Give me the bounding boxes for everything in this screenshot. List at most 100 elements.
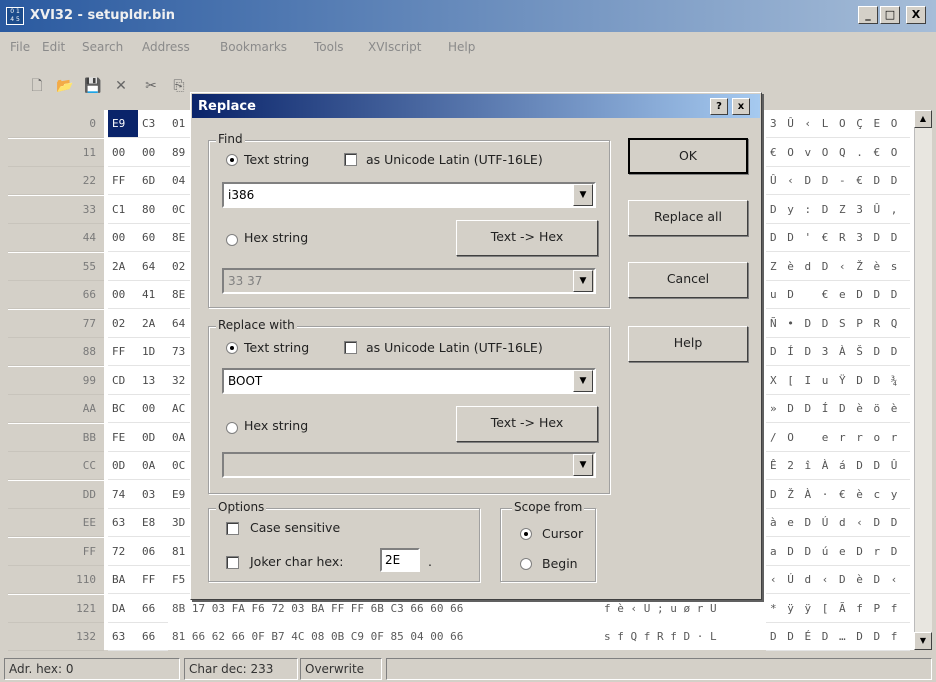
menu-tools[interactable]: Tools — [314, 40, 344, 54]
replace-unicode-checkbox[interactable] — [344, 341, 357, 354]
char-cell[interactable]: D D É D … D D f — [766, 623, 910, 651]
ok-button[interactable]: OK — [628, 138, 748, 174]
chevron-down-icon[interactable]: ▼ — [573, 454, 593, 476]
close-button[interactable]: X — [906, 6, 926, 24]
char-cell[interactable]: Û ‹ D D - € D D — [766, 167, 910, 195]
case-sensitive-checkbox[interactable] — [226, 522, 239, 535]
hex-cell[interactable]: FE — [108, 424, 138, 452]
hex-cell[interactable]: C3 — [138, 110, 168, 138]
hex-cell[interactable]: 06 — [138, 538, 168, 566]
replace-all-button[interactable]: Replace all — [628, 200, 748, 236]
hex-cell[interactable]: 1D — [138, 338, 168, 366]
scroll-down-icon[interactable]: ▼ — [914, 632, 932, 650]
char-cell[interactable]: 3 Û ‹ L O Ç E O — [766, 110, 910, 138]
hex-cell[interactable]: 03 — [138, 481, 168, 509]
dialog-close-button[interactable]: x — [732, 98, 750, 115]
hex-cell[interactable]: 80 — [138, 196, 168, 224]
hex-cell[interactable]: 64 — [138, 253, 168, 281]
char-cell[interactable]: a D D ú e D r D — [766, 538, 910, 566]
hex-cell[interactable]: 6D — [138, 167, 168, 195]
delete-icon[interactable]: ✕ — [110, 76, 132, 96]
char-cell[interactable]: * ÿ ÿ [ Ã f P f — [766, 595, 910, 623]
chevron-down-icon[interactable]: ▼ — [573, 270, 593, 292]
replace-hex-input[interactable] — [222, 452, 596, 478]
char-cell[interactable]: ‹ Ú d ‹ D è D ‹ — [766, 566, 910, 594]
hex-cell[interactable]: 2A — [138, 310, 168, 338]
copy-icon[interactable]: ⎘ — [168, 76, 190, 96]
hex-cell[interactable]: BC — [108, 395, 138, 423]
hex-cell[interactable]: FF — [108, 167, 138, 195]
replace-text-radio[interactable] — [226, 342, 238, 354]
char-cell[interactable]: D Ž À · € è c y — [766, 481, 910, 509]
maximize-button[interactable]: □ — [880, 6, 900, 24]
hex-cell[interactable]: 00 — [108, 139, 138, 167]
hex-cell[interactable]: E9 — [108, 110, 138, 138]
menu-help[interactable]: Help — [448, 40, 475, 54]
menu-xviscript[interactable]: XVIscript — [368, 40, 421, 54]
hex-cell[interactable]: 0D — [138, 424, 168, 452]
hex-cells[interactable]: 81 66 62 66 0F B7 4C 08 0B C9 0F 85 04 0… — [168, 623, 598, 651]
scroll-up-icon[interactable]: ▲ — [914, 110, 932, 128]
replace-text-input[interactable]: BOOT — [222, 368, 596, 394]
open-icon[interactable]: 📂 — [54, 76, 76, 96]
char-cell[interactable]: / O e r r o r — [766, 424, 910, 452]
char-cell[interactable]: D y : D Z 3 Û , — [766, 196, 910, 224]
dialog-help-button[interactable]: ? — [710, 98, 728, 115]
char-cell[interactable]: Ê 2 î À á D D Û — [766, 452, 910, 480]
char-cell[interactable]: € O v O Q . € O — [766, 139, 910, 167]
joker-checkbox[interactable] — [226, 556, 239, 569]
chevron-down-icon[interactable]: ▼ — [573, 184, 593, 206]
hex-cell[interactable]: 00 — [108, 281, 138, 309]
hex-cell[interactable]: 63 — [108, 509, 138, 537]
help-button[interactable]: Help — [628, 326, 748, 362]
char-cell[interactable]: D D ' € R 3 D D — [766, 224, 910, 252]
minimize-button[interactable]: _ — [858, 6, 878, 24]
find-hex-radio[interactable] — [226, 234, 238, 246]
find-hex-input[interactable]: 33 37 — [222, 268, 596, 294]
find-text-input[interactable]: i386 — [222, 182, 596, 208]
hex-cell[interactable]: 0D — [108, 452, 138, 480]
find-text-radio[interactable] — [226, 154, 238, 166]
cancel-button[interactable]: Cancel — [628, 262, 748, 298]
char-cells[interactable]: s f Q f R f D · L — [600, 623, 760, 651]
hex-cell[interactable]: 00 — [138, 139, 168, 167]
hex-cell[interactable]: 0A — [138, 452, 168, 480]
joker-hex-input[interactable]: 2E — [380, 548, 420, 572]
hex-cell[interactable]: 72 — [108, 538, 138, 566]
cut-icon[interactable]: ✂ — [140, 76, 162, 96]
hex-cell[interactable]: 74 — [108, 481, 138, 509]
hex-cell[interactable]: 2A — [108, 253, 138, 281]
hex-cell[interactable]: 60 — [138, 224, 168, 252]
save-icon[interactable]: 💾 — [82, 76, 104, 96]
find-unicode-checkbox[interactable] — [344, 153, 357, 166]
char-cell[interactable]: X [ I u Ÿ D D ¾ — [766, 367, 910, 395]
find-text-to-hex-button[interactable]: Text -> Hex — [456, 220, 598, 256]
hex-cell[interactable]: 66 — [138, 623, 168, 651]
scope-begin-radio[interactable] — [520, 558, 532, 570]
hex-cell[interactable]: 41 — [138, 281, 168, 309]
new-file-icon[interactable]: 🗋 — [26, 76, 48, 96]
hex-cell[interactable]: FF — [108, 338, 138, 366]
menu-bookmarks[interactable]: Bookmarks — [220, 40, 287, 54]
hex-cell[interactable]: C1 — [108, 196, 138, 224]
hex-cell[interactable]: 66 — [138, 595, 168, 623]
chevron-down-icon[interactable]: ▼ — [573, 370, 593, 392]
vertical-scrollbar[interactable] — [914, 110, 932, 650]
hex-cell[interactable]: 00 — [138, 395, 168, 423]
char-cell[interactable]: Z è d D ‹ Ž è s — [766, 253, 910, 281]
hex-cell[interactable]: 02 — [108, 310, 138, 338]
hex-cell[interactable]: 00 — [108, 224, 138, 252]
char-cell[interactable]: u D € e D D D — [766, 281, 910, 309]
menu-file[interactable]: File — [10, 40, 30, 54]
hex-cell[interactable]: CD — [108, 367, 138, 395]
hex-cell[interactable]: DA — [108, 595, 138, 623]
replace-text-to-hex-button[interactable]: Text -> Hex — [456, 406, 598, 442]
menu-search[interactable]: Search — [82, 40, 123, 54]
char-cell[interactable]: à e D Ú d ‹ D D — [766, 509, 910, 537]
hex-cell[interactable]: E8 — [138, 509, 168, 537]
menu-edit[interactable]: Edit — [42, 40, 65, 54]
scope-cursor-radio[interactable] — [520, 528, 532, 540]
replace-hex-radio[interactable] — [226, 422, 238, 434]
char-cell[interactable]: D Í D 3 À Š D D — [766, 338, 910, 366]
hex-cell[interactable]: FF — [138, 566, 168, 594]
